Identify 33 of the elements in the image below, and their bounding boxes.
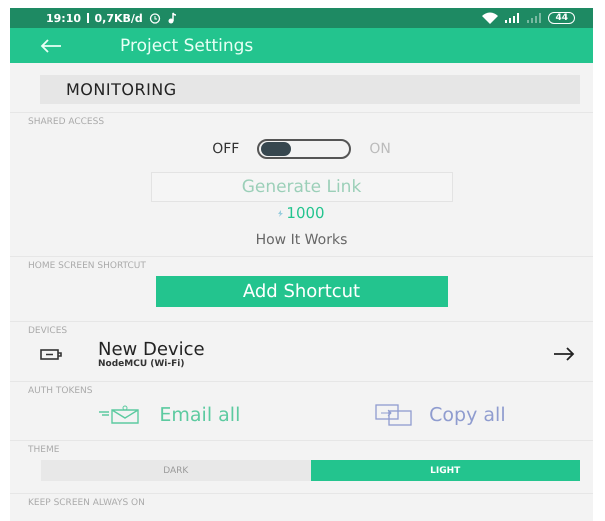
shared-access-switch[interactable] [257, 139, 352, 159]
email-all-button[interactable]: Email all [97, 404, 240, 426]
section-label: SHARED ACCESS [10, 112, 593, 127]
generate-link-button[interactable]: Generate Link [150, 172, 452, 202]
off-label: OFF [212, 141, 240, 157]
theme-option[interactable]: LIGHT [310, 460, 580, 481]
on-label: ON [369, 141, 391, 157]
section-label: AUTH TOKENS [10, 381, 593, 396]
project-name-field[interactable]: MONITORING [40, 75, 580, 104]
energy-icon [278, 210, 284, 216]
add-shortcut-button[interactable]: Add Shortcut [156, 276, 448, 307]
status-time: 19:10 [46, 12, 82, 24]
energy-amount: 1000 [286, 204, 325, 222]
device-model: NodeMCU (Wi-Fi) [98, 358, 186, 368]
copy-all-button[interactable]: Copy all [375, 404, 506, 426]
signal-icon [526, 13, 542, 23]
section-label: KEEP SCREEN ALWAYS ON [10, 493, 593, 508]
how-it-works-link[interactable]: How It Works [256, 232, 348, 248]
wifi-icon [482, 12, 498, 24]
section-label: HOME SCREEN SHORTCUT [10, 256, 593, 271]
theme-option[interactable]: DARK [41, 460, 310, 481]
device-name: New Device [98, 340, 206, 358]
battery-indicator: 44 [548, 12, 575, 24]
device-row[interactable]: New Device NodeMCU (Wi-Fi) [10, 336, 593, 369]
device-icon [40, 348, 62, 360]
signal-icon [504, 13, 520, 23]
status-speed: 0,7KB/d [94, 12, 143, 24]
section-label: THEME [10, 440, 593, 455]
arrow-right-icon [553, 347, 575, 361]
section-label: DEVICES [10, 321, 593, 336]
music-note-icon [166, 12, 177, 24]
screen-title: Project Settings [120, 36, 254, 56]
alarm-icon [148, 12, 161, 24]
